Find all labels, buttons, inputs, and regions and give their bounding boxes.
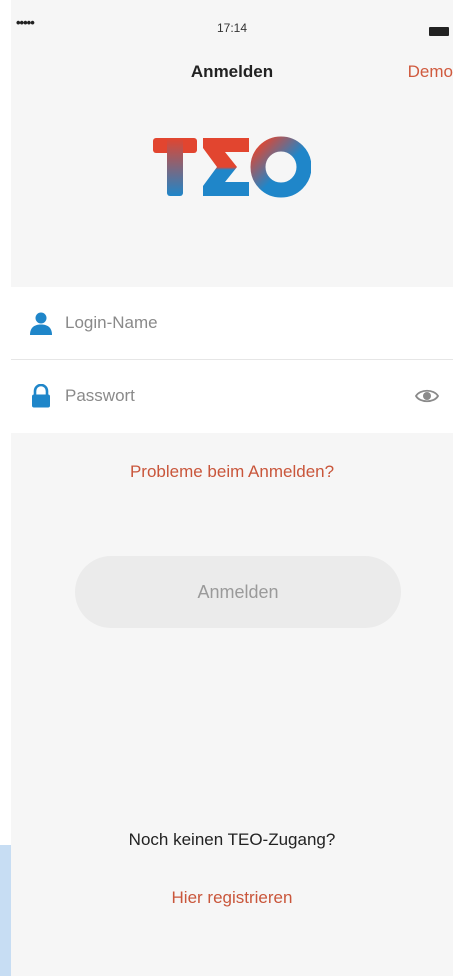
login-problems-link[interactable]: Probleme beim Anmelden?: [11, 462, 453, 482]
login-name-row: [11, 287, 453, 360]
navigation-bar: Anmelden Demo: [11, 50, 453, 90]
status-bar: ••••• 17:14: [11, 0, 453, 48]
login-form: [11, 287, 453, 433]
password-row: [11, 360, 453, 432]
status-time: 17:14: [216, 21, 248, 35]
lock-icon: [32, 384, 50, 408]
login-button[interactable]: Anmelden: [75, 556, 401, 628]
phone-screen: ••••• 17:14 Anmelden Demo Login-Name Pro…: [11, 0, 453, 976]
teo-logo: [153, 136, 311, 198]
register-link[interactable]: Hier registrieren: [11, 888, 453, 908]
demo-button[interactable]: Demo: [408, 62, 453, 82]
login-name-input[interactable]: [65, 307, 395, 339]
eye-icon[interactable]: [414, 383, 440, 409]
page-title: Anmelden: [190, 62, 274, 81]
left-edge-accent: [0, 845, 11, 976]
no-account-text: Noch keinen TEO-Zugang?: [128, 830, 336, 849]
user-icon: [30, 312, 52, 335]
battery-icon: [429, 27, 449, 36]
password-input[interactable]: [65, 380, 395, 412]
